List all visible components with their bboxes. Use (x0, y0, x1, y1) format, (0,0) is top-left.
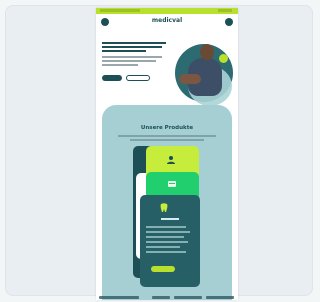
tooth-icon (160, 203, 168, 212)
website-preview: medicval Unsere Produkte (96, 8, 238, 300)
hero-person-arm (179, 74, 201, 84)
secondary-cta-button[interactable] (126, 75, 150, 81)
footer-link[interactable] (152, 296, 170, 299)
navigation-bar: medicval (96, 16, 238, 30)
brand-logo[interactable]: medicval (96, 17, 238, 24)
primary-cta-button[interactable] (102, 75, 122, 81)
product-card-title-placeholder (140, 218, 200, 220)
hero-person-head (200, 44, 214, 60)
product-card-button[interactable] (151, 266, 175, 272)
profile-icon[interactable] (225, 18, 233, 26)
section-subtitle-placeholder (116, 135, 218, 143)
hero-badge (219, 54, 228, 63)
section-title: Unsere Produkte (140, 125, 194, 131)
top-announcement-bar (96, 8, 238, 14)
hero-title-placeholder (102, 42, 168, 52)
announcement-link-placeholder[interactable] (218, 9, 232, 12)
announcement-text-placeholder (100, 9, 140, 12)
footer-text-placeholder (99, 296, 139, 299)
product-card-text-placeholder (146, 226, 194, 256)
hero-subtitle-placeholder (102, 56, 164, 66)
document-icon (168, 181, 176, 187)
family-icon (167, 156, 175, 164)
footer-links (96, 296, 238, 300)
footer-link[interactable] (174, 296, 202, 299)
footer-link[interactable] (206, 296, 234, 299)
